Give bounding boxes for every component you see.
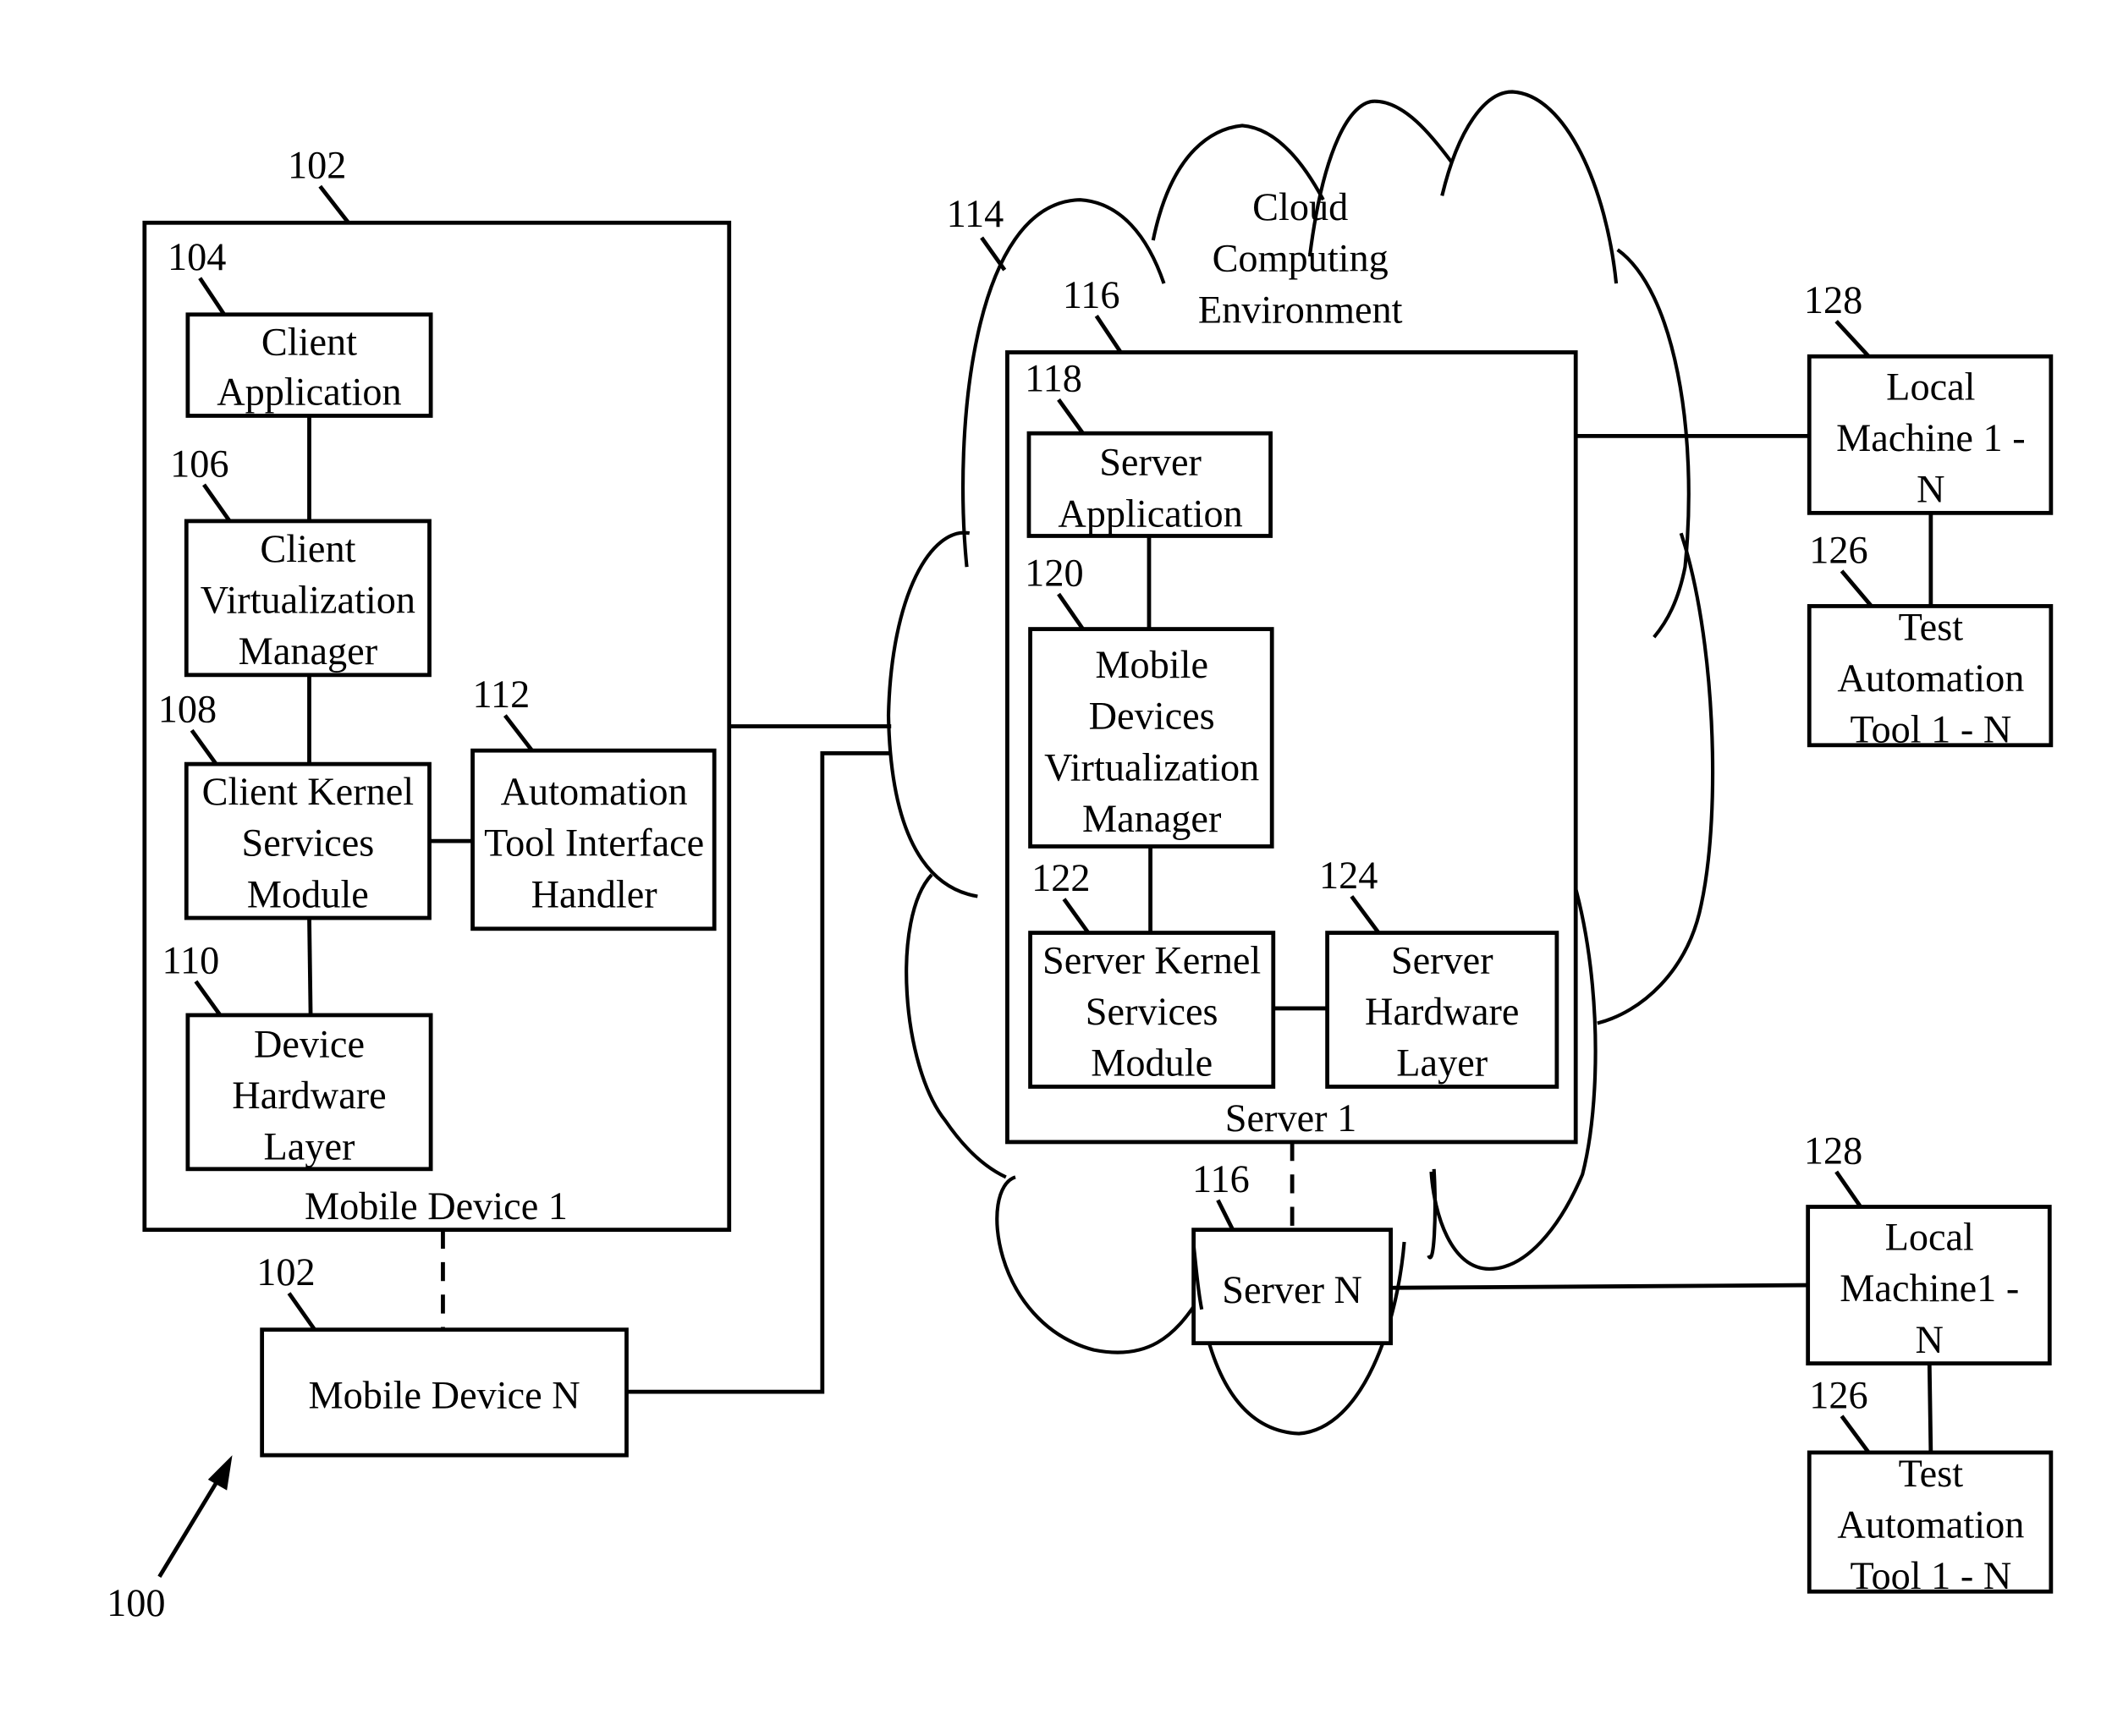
device-hardware-layer-label-2: Hardware [232,1074,386,1118]
arrow-head-icon [207,1455,233,1491]
mobile-devices-virtualization-manager-label-3: Virtualization [1044,746,1259,789]
server-1-ref: 116 [1063,274,1120,317]
mobile-device-n[interactable]: Mobile Device N 102 [256,1251,629,1458]
client-kernel-services-module-label-1: Client Kernel [202,771,415,814]
local-machine-bottom-label-1: Local [1885,1217,1974,1260]
test-automation-tool-top-ref: 126 [1809,529,1867,572]
test-automation-tool-bottom-label-3: Tool 1 - N [1850,1555,2011,1598]
server-kernel-services-module-label-2: Services [1086,991,1218,1034]
device-hardware-layer-ref: 110 [162,939,220,982]
local-machine-bottom-ref-leader [1834,1170,1862,1208]
client-virtualization-manager-label-3: Manager [239,630,377,673]
cloud-label-line-3: Environment [1198,288,1403,332]
automation-tool-interface-handler-label-1: Automation [501,771,688,814]
mobile-device-1-ref-leader [318,184,350,224]
client-application-ref: 104 [168,236,226,279]
server-hardware-layer-label-1: Server [1391,939,1493,982]
server-application-ref: 118 [1025,358,1082,401]
server-kernel-services-module-label-1: Server Kernel [1042,939,1261,982]
local-machine-top-ref-leader [1834,320,1871,358]
connector-server-n-local-machine [1390,1283,1810,1290]
cloud-outline-right-2 [1597,532,1715,1025]
system-diagram: Cloud Computing Environment 114 Mobile D… [107,90,2054,1625]
mobile-devices-virtualization-manager-label-2: Devices [1089,695,1215,739]
mobile-devices-virtualization-manager-label-4: Manager [1082,798,1221,841]
automation-tool-interface-handler-ref: 112 [473,673,531,717]
mobile-device-n-label: Mobile Device N [308,1374,580,1417]
mobile-device-n-ref: 102 [256,1251,315,1294]
mobile-device-1-ref: 102 [288,145,346,188]
test-automation-tool-bottom-label-1: Test [1899,1453,1964,1496]
server-n-ref: 116 [1192,1158,1250,1201]
server-application-label-1: Server [1099,442,1202,485]
client-virtualization-manager-ref: 106 [170,442,228,486]
test-automation-tool-top-label-3: Tool 1 - N [1850,709,2011,752]
server-n-label: Server N [1222,1269,1362,1312]
client-kernel-services-module-ref: 108 [158,689,217,732]
client-virtualization-manager-label-2: Virtualization [201,579,415,622]
local-machine-bottom-label-3: N [1916,1319,1944,1362]
test-automation-tool-top-label-2: Automation [1837,657,2024,700]
test-automation-tool-bottom-label-2: Automation [1837,1503,2024,1546]
local-machine-bottom[interactable]: Local Machine1 - N 128 [1804,1129,2052,1365]
automation-tool-interface-handler-label-2: Tool Interface [484,822,704,865]
server-kernel-services-module-ref: 122 [1031,857,1090,900]
test-automation-tool-bottom-ref: 126 [1809,1374,1867,1417]
local-machine-top-label-2: Machine 1 - [1836,417,2026,460]
device-hardware-layer-label-3: Layer [264,1126,355,1169]
client-application-label-2: Application [217,371,401,415]
connector-108-110 [307,918,313,1015]
server-kernel-services-module-label-3: Module [1091,1042,1213,1085]
automation-tool-interface-handler-label-3: Handler [531,873,657,916]
device-hardware-layer-label-1: Device [254,1023,365,1066]
server-application-label-2: Application [1058,492,1242,536]
test-automation-tool-bottom-ref-leader [1840,1415,1871,1454]
client-kernel-services-module-label-3: Module [247,873,369,916]
cloud-outline-bottom-1 [995,1175,1201,1354]
server-hardware-layer-label-2: Hardware [1365,991,1519,1034]
client-virtualization-manager-label-1: Client [260,528,355,571]
server-hardware-layer-ref: 124 [1319,854,1378,898]
client-kernel-services-module-label-2: Services [242,822,375,865]
cloud-ref-leader [980,236,1007,272]
cloud-outline-top-3 [1440,90,1619,284]
mobile-devices-virtualization-manager-label-1: Mobile [1095,644,1208,687]
server-1-ref-leader [1094,315,1123,354]
local-machine-top-label-1: Local [1886,365,1975,409]
cloud-outline-left-2 [905,873,1007,1179]
server-n-ref-leader [1216,1199,1235,1231]
client-application-label-1: Client [261,321,357,365]
mobile-device-1[interactable]: Mobile Device 1 102 Client Application 1… [142,145,732,1233]
local-machine-top[interactable]: Local Machine 1 - N 128 [1804,279,2054,515]
cloud-outline-right-1 [1616,248,1691,639]
cloud-label-line-1: Cloud [1252,186,1348,229]
figure-ref-arrow-shaft [157,1473,223,1578]
server-hardware-layer-label-3: Layer [1396,1042,1488,1085]
local-machine-top-label-3: N [1917,469,1944,512]
local-machine-bottom-ref: 128 [1804,1129,1862,1173]
figure-ref-number: 100 [107,1582,165,1625]
test-automation-tool-top-ref-leader [1840,569,1873,607]
cloud-outline-top-2 [1307,99,1454,257]
figure-reference: 100 [107,1455,233,1625]
connector-128-126-bottom [1927,1363,1933,1453]
mobile-devices-virtualization-manager-ref: 120 [1025,552,1083,596]
test-automation-tool-top-label-1: Test [1899,606,1964,649]
mobile-device-1-label: Mobile Device 1 [305,1185,568,1228]
local-machine-top-ref: 128 [1804,279,1862,322]
cloud-label-line-2: Computing [1213,238,1389,281]
local-machine-bottom-label-2: Machine1 - [1840,1267,2019,1310]
server-1-label: Server 1 [1225,1097,1356,1140]
server-1[interactable]: Server 1 116 Server Application 118 Mobi… [1005,274,1578,1145]
cloud-ref-number: 114 [947,193,1004,236]
mobile-device-n-ref-leader [287,1292,316,1332]
cloud-outline-left-1 [886,530,978,898]
